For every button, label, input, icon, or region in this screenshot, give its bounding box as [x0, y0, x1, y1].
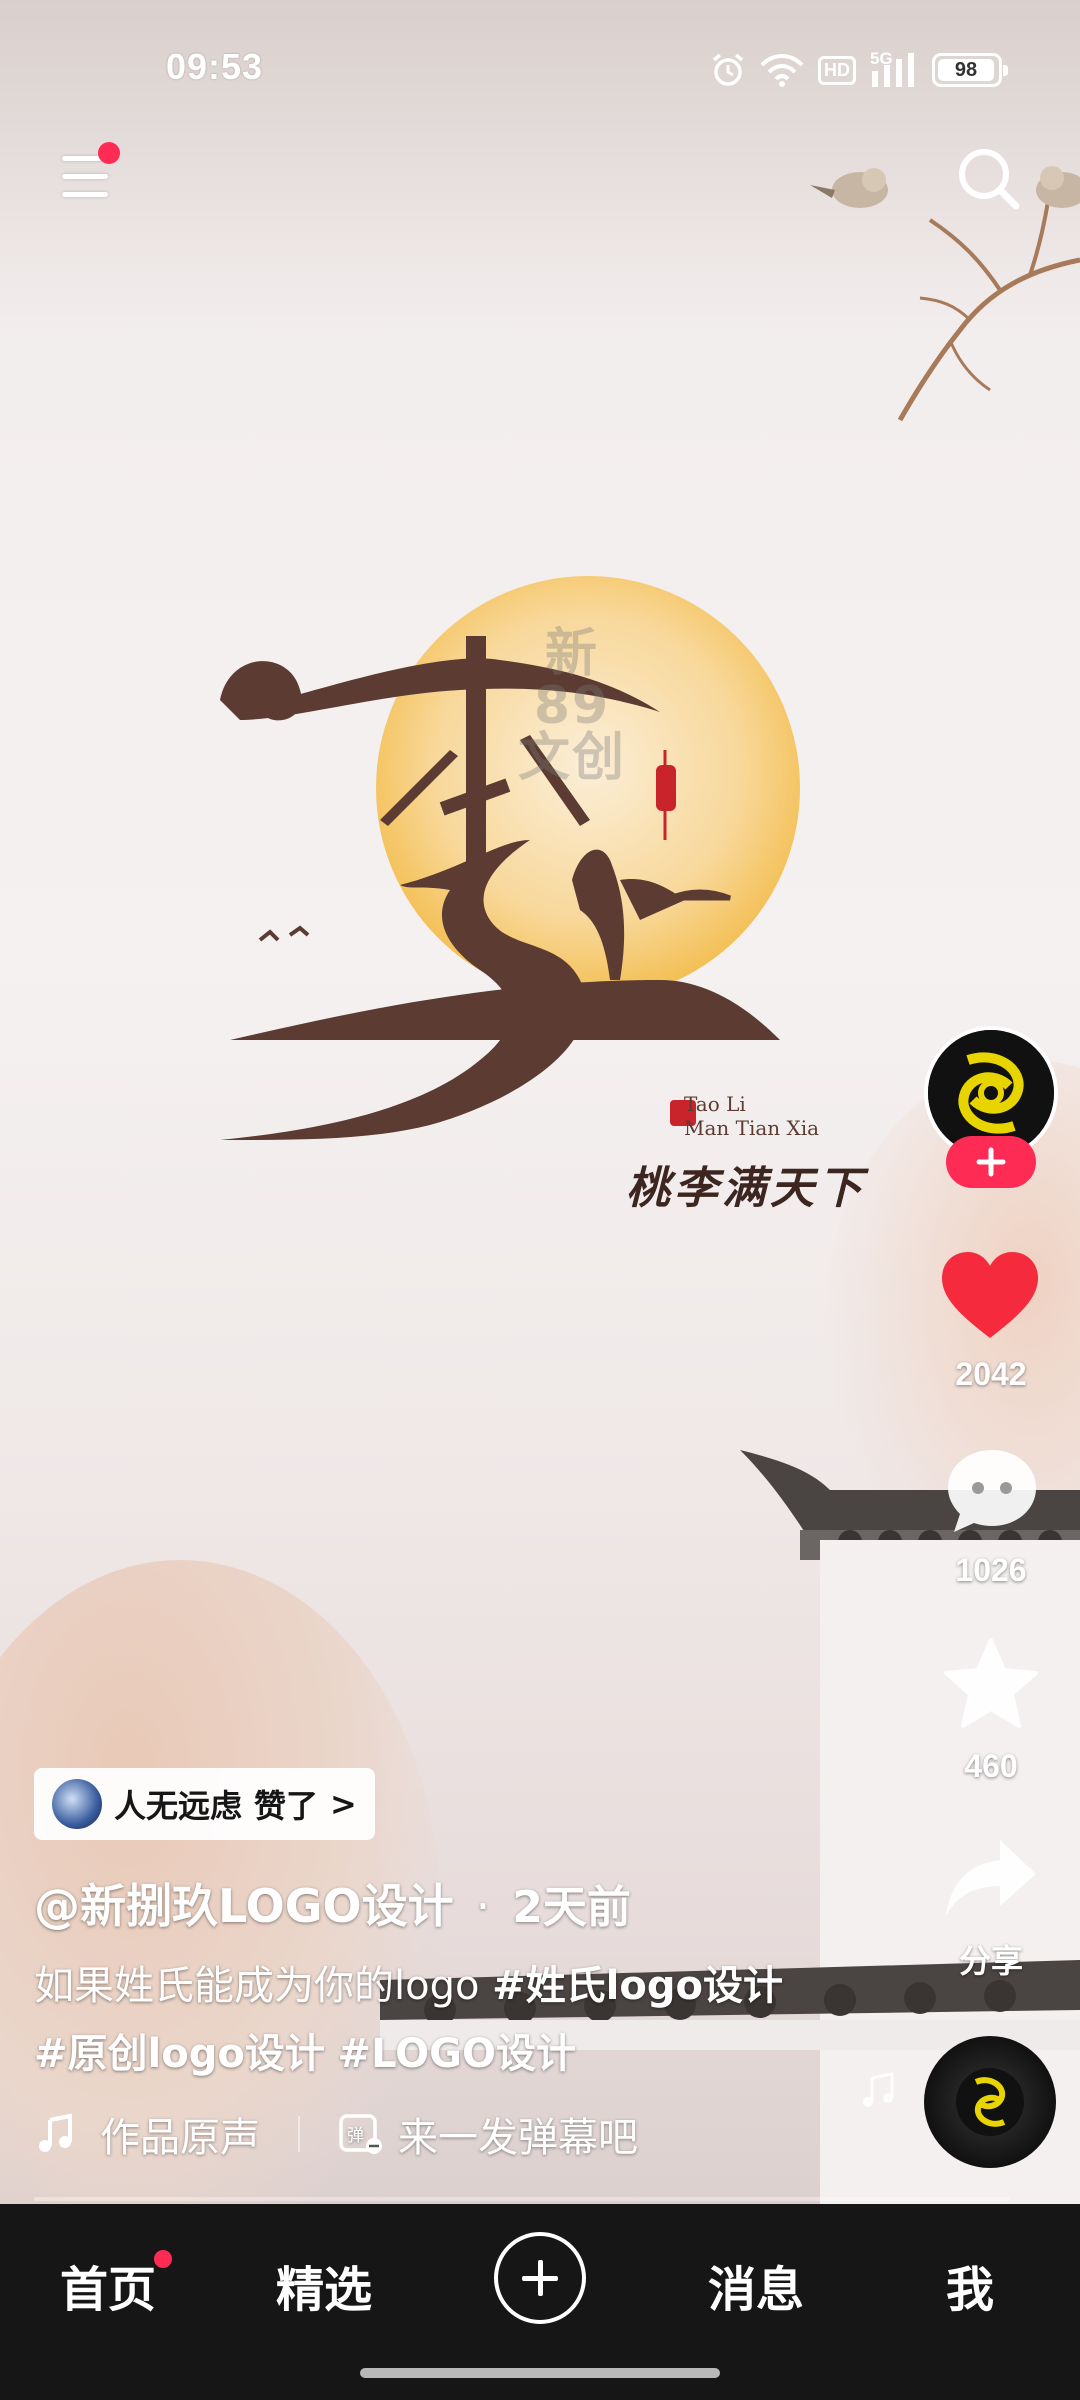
plus-icon: [976, 1147, 1006, 1177]
author-name[interactable]: @新捌玖LOGO设计: [34, 1879, 454, 1933]
comment-count: 1026: [955, 1552, 1027, 1588]
comment-icon[interactable]: [944, 1446, 1040, 1536]
danmaku-icon: 弹: [339, 2114, 382, 2154]
chevron-right-icon: >: [330, 1785, 357, 1823]
video-progress-bar[interactable]: [34, 2197, 1010, 2201]
hashtag[interactable]: #姓氏logo设计: [492, 1963, 783, 2009]
share-label: 分享: [958, 1942, 1023, 1980]
status-icons: HD 5G 98: [710, 49, 1008, 90]
friend-avatar: [52, 1779, 102, 1829]
divider: [298, 2116, 300, 2152]
hashtag[interactable]: #LOGO设计: [338, 2031, 576, 2077]
tab-featured[interactable]: 精选: [272, 2250, 376, 2320]
share-icon[interactable]: [942, 1836, 1040, 1920]
cellular-signal: 5G: [870, 49, 918, 87]
watermark: 新89文创: [517, 624, 626, 788]
home-indicator[interactable]: [360, 2368, 720, 2378]
battery-icon: 98: [932, 53, 1008, 87]
search-icon[interactable]: [950, 140, 1026, 216]
favorite-count: 460: [964, 1748, 1018, 1784]
logo-line: Tao Li: [684, 1092, 746, 1116]
video-screen[interactable]: Tao Li Man Tian Xia 桃李满天下 新89文创 09:53 HD…: [0, 0, 1080, 2400]
heart-icon[interactable]: [940, 1250, 1040, 1342]
liked-action: 赞了: [254, 1787, 319, 1825]
follow-button[interactable]: [946, 1136, 1036, 1188]
post-caption: 如果姓氏能成为你的logo #姓氏logo设计 #原创logo设计 #LOGO设…: [34, 1952, 794, 2088]
liked-by-chip[interactable]: 人无远虑 赞了 >: [34, 1768, 375, 1840]
post-time: 2天前: [512, 1882, 631, 1933]
meta-separator: ·: [475, 1879, 491, 1933]
alarm-icon: [712, 53, 744, 86]
post-meta: @新捌玖LOGO设计 · 2天前: [34, 1870, 631, 1936]
signal-icon: [872, 53, 914, 87]
music-note-icon: [39, 2113, 72, 2152]
music-disc-button[interactable]: [924, 2036, 1056, 2168]
like-count: 2042: [955, 1356, 1027, 1392]
create-post-button[interactable]: [494, 2232, 586, 2324]
tab-me[interactable]: 我: [942, 2250, 998, 2320]
tab-home[interactable]: 首页: [58, 2250, 158, 2320]
svg-text:弹: 弹: [347, 2126, 364, 2146]
branch-with-birds-image: [810, 166, 1080, 422]
music-label[interactable]: 作品原声: [100, 2105, 260, 2163]
status-bar: 09:53 HD 5G 98: [0, 46, 1080, 98]
status-time: 09:53: [166, 46, 264, 87]
danmaku-input[interactable]: 来一发弹幕吧: [398, 2105, 638, 2163]
music-and-danmaku-row: 作品原声 弹 来一发弹幕吧: [34, 2104, 638, 2164]
battery-level: 98: [938, 59, 994, 81]
star-icon[interactable]: [942, 1636, 1040, 1732]
logo-english-text: Tao Li Man Tian Xia: [684, 1092, 819, 1140]
friend-name: 人无远虑: [114, 1787, 243, 1825]
wifi-icon: [760, 54, 804, 87]
tab-messages[interactable]: 消息: [704, 2250, 808, 2320]
caption-text: 如果姓氏能成为你的logo: [34, 1963, 493, 2009]
music-note-icon: [863, 2072, 894, 2107]
disc-logo-icon: [956, 2068, 1024, 2136]
hd-badge: HD: [818, 55, 856, 85]
home-notification-dot: [154, 2250, 172, 2268]
hashtag[interactable]: #原创logo设计: [34, 2031, 325, 2077]
logo-line: Man Tian Xia: [684, 1116, 820, 1140]
logo-calligraphy-text: 桃李满天下: [626, 1163, 866, 1214]
menu-notification-dot: [98, 142, 120, 164]
